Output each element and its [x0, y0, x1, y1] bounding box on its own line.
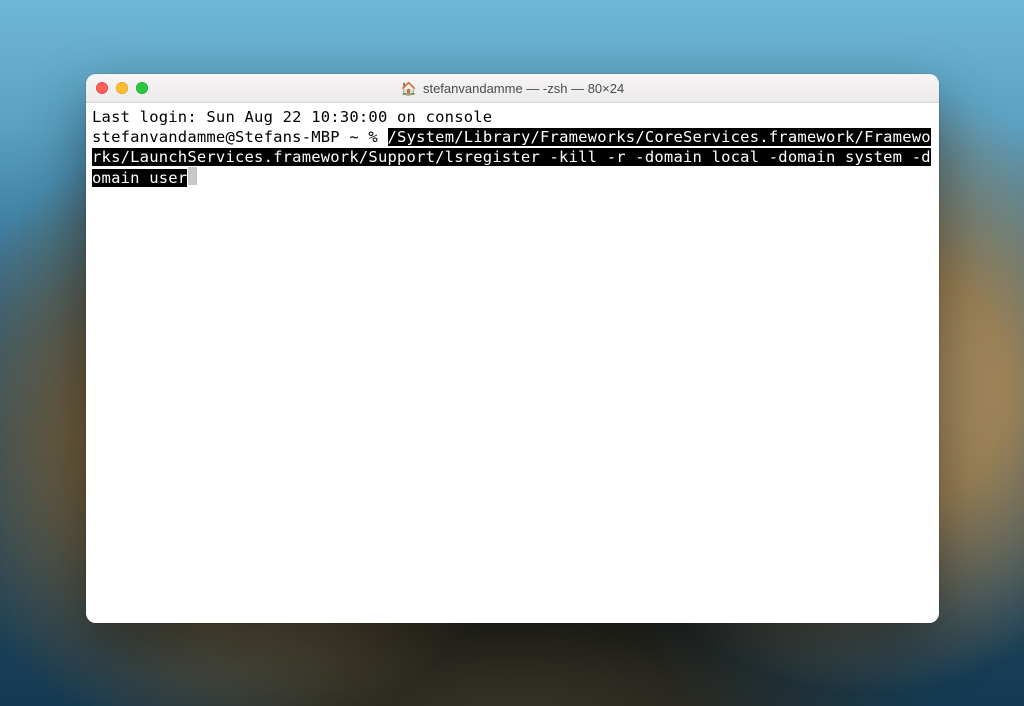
- window-close-button[interactable]: [96, 82, 108, 94]
- terminal-cursor: [188, 167, 197, 185]
- window-title: 🏠 stefanvandamme — -zsh — 80×24: [86, 81, 939, 96]
- terminal-last-login: Last login: Sun Aug 22 10:30:00 on conso…: [92, 108, 492, 126]
- window-zoom-button[interactable]: [136, 82, 148, 94]
- window-titlebar[interactable]: 🏠 stefanvandamme — -zsh — 80×24: [86, 74, 939, 103]
- window-title-text: stefanvandamme — -zsh — 80×24: [423, 81, 624, 96]
- window-minimize-button[interactable]: [116, 82, 128, 94]
- terminal-prompt: stefanvandamme@Stefans-MBP ~ %: [92, 128, 388, 146]
- terminal-viewport[interactable]: Last login: Sun Aug 22 10:30:00 on conso…: [86, 103, 939, 623]
- window-traffic-lights: [86, 82, 148, 94]
- terminal-window[interactable]: 🏠 stefanvandamme — -zsh — 80×24 Last log…: [86, 74, 939, 623]
- home-folder-icon: 🏠: [401, 82, 417, 95]
